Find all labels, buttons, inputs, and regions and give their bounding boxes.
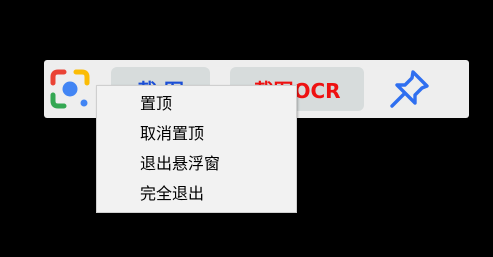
menu-item-exit-floating-window[interactable]: 退出悬浮窗: [97, 149, 296, 179]
menu-item-pin-on-top[interactable]: 置顶: [97, 89, 296, 119]
context-menu: 置顶 取消置顶 退出悬浮窗 完全退出: [96, 85, 297, 213]
menu-item-unpin[interactable]: 取消置顶: [97, 119, 296, 149]
menu-item-quit-completely[interactable]: 完全退出: [97, 179, 296, 209]
google-lens-icon[interactable]: [49, 68, 91, 110]
pushpin-icon[interactable]: [386, 66, 434, 112]
